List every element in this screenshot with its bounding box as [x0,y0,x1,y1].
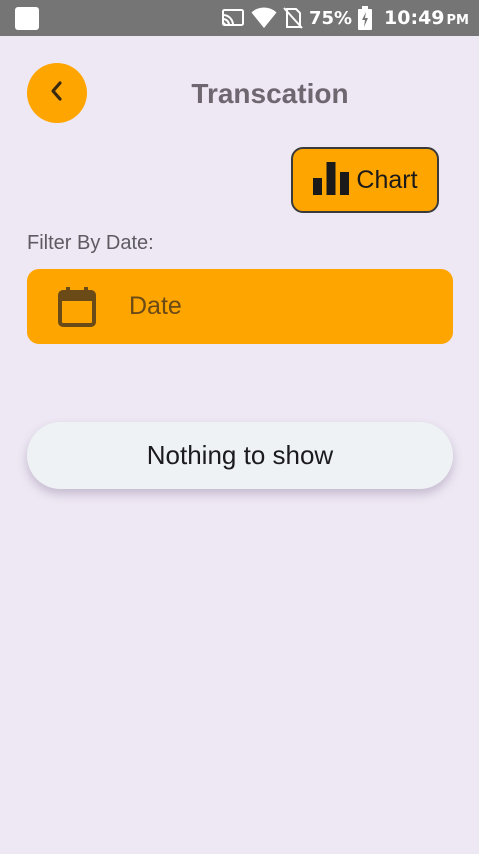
wifi-icon [251,7,277,29]
status-bar: 75% 10:49 PM [0,0,479,36]
calendar-icon [58,287,96,331]
bar-chart-icon [312,160,350,200]
status-icons: 75% 10:49 PM [221,0,469,36]
empty-state-text: Nothing to show [146,440,334,470]
date-button-label: Date [129,292,182,320]
battery-charging-icon [358,6,373,30]
no-sim-icon [283,7,303,29]
chevron-left-icon [47,79,67,107]
status-ampm: PM [446,13,469,28]
cast-icon [221,8,245,28]
notification-icon [15,7,39,30]
chart-button[interactable]: Chart [291,147,439,213]
chart-button-label: Chart [356,165,418,194]
back-button[interactable] [27,63,87,123]
page-title: Transcation [191,78,349,109]
empty-state-card: Nothing to show [27,422,453,489]
date-filter-button[interactable]: Date [27,269,453,344]
battery-percent: 75% [308,7,353,29]
filter-label: Filter By Date: [27,232,154,254]
status-time: 10:49 [384,7,445,29]
